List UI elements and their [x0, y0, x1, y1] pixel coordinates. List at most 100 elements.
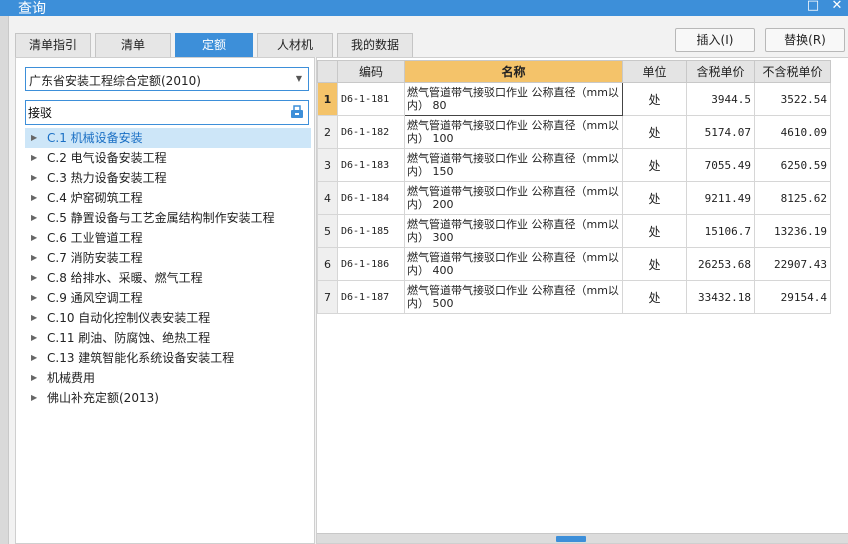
query-dialog: 清单指引 清单 定额 人材机 我的数据 插入(I) 替换(R) 广东省安装工程综…	[8, 16, 848, 544]
row-number: 4	[317, 181, 338, 215]
table-row[interactable]: 1 D6-1-181 燃气管道带气接驳口作业 公称直径（mm以内） 80 处 3…	[317, 82, 831, 116]
tab-labor-material-machine[interactable]: 人材机	[257, 33, 333, 57]
tree-node[interactable]: ▶ C.7 消防安装工程	[25, 248, 311, 268]
tree-node-label: 佛山补充定额(2013)	[47, 391, 159, 405]
expand-arrow-icon[interactable]: ▶	[31, 388, 37, 408]
header-notax-price[interactable]: 不含税单价	[754, 60, 831, 83]
row-number: 6	[317, 247, 338, 281]
chapter-tree: ▶ C.1 机械设备安装 ▶ C.2 电气设备安装工程 ▶ C.3 热力设备安装工程 …	[25, 128, 311, 408]
table-row[interactable]: 6 D6-1-186 燃气管道带气接驳口作业 公称直径（mm以内） 400 处 …	[317, 247, 831, 281]
splitter-grip-icon[interactable]	[556, 536, 586, 542]
tree-node-label: C.11 刷油、防腐蚀、绝热工程	[47, 331, 211, 345]
replace-button[interactable]: 替换(R)	[765, 28, 845, 52]
insert-button[interactable]: 插入(I)	[675, 28, 755, 52]
cell-notax-price: 6250.59	[754, 148, 831, 182]
expand-arrow-icon[interactable]: ▶	[31, 128, 37, 148]
expand-arrow-icon[interactable]: ▶	[31, 328, 37, 348]
expand-arrow-icon[interactable]: ▶	[31, 348, 37, 368]
tree-node[interactable]: ▶ 机械费用	[25, 368, 311, 388]
cell-unit: 处	[622, 148, 687, 182]
cell-tax-price: 7055.49	[686, 148, 755, 182]
search-icon[interactable]	[290, 105, 304, 119]
cell-unit: 处	[622, 115, 687, 149]
tree-node-label: C.6 工业管道工程	[47, 231, 143, 245]
tree-node[interactable]: ▶ C.10 自动化控制仪表安装工程	[25, 308, 311, 328]
row-number: 5	[317, 214, 338, 248]
table-row[interactable]: 3 D6-1-183 燃气管道带气接驳口作业 公称直径（mm以内） 150 处 …	[317, 148, 831, 182]
row-number: 2	[317, 115, 338, 149]
tree-node[interactable]: ▶ C.3 热力设备安装工程	[25, 168, 311, 188]
table-row[interactable]: 4 D6-1-184 燃气管道带气接驳口作业 公称直径（mm以内） 200 处 …	[317, 181, 831, 215]
tree-node[interactable]: ▶ C.9 通风空调工程	[25, 288, 311, 308]
expand-arrow-icon[interactable]: ▶	[31, 248, 37, 268]
chevron-down-icon: ▼	[295, 74, 302, 83]
expand-arrow-icon[interactable]: ▶	[31, 168, 37, 188]
cell-notax-price: 3522.54	[754, 82, 831, 116]
row-number: 1	[317, 82, 338, 116]
tree-node[interactable]: ▶ C.8 给排水、采暖、燃气工程	[25, 268, 311, 288]
tab-label: 我的数据	[350, 38, 399, 52]
tab-bill-guide[interactable]: 清单指引	[15, 33, 91, 57]
table-row[interactable]: 5 D6-1-185 燃气管道带气接驳口作业 公称直径（mm以内） 300 处 …	[317, 214, 831, 248]
tab-label: 人材机	[276, 38, 313, 52]
header-tax-price[interactable]: 含税单价	[686, 60, 755, 83]
cell-name: 燃气管道带气接驳口作业 公称直径（mm以内） 80	[404, 82, 623, 116]
cell-name: 燃气管道带气接驳口作业 公称直径（mm以内） 300	[404, 214, 623, 248]
tree-node-label: C.5 静置设备与工艺金属结构制作安装工程	[47, 211, 275, 225]
cell-notax-price: 4610.09	[754, 115, 831, 149]
tree-node-label: 机械费用	[47, 371, 96, 385]
cell-code: D6-1-184	[337, 181, 405, 215]
tree-node[interactable]: ▶ C.6 工业管道工程	[25, 228, 311, 248]
search-input[interactable]	[28, 103, 278, 122]
tree-node[interactable]: ▶ C.5 静置设备与工艺金属结构制作安装工程	[25, 208, 311, 228]
tab-label: 清单	[120, 38, 145, 52]
expand-arrow-icon[interactable]: ▶	[31, 148, 37, 168]
expand-arrow-icon[interactable]: ▶	[31, 308, 37, 328]
cell-tax-price: 15106.7	[686, 214, 755, 248]
cell-code: D6-1-181	[337, 82, 405, 116]
tree-node[interactable]: ▶ C.13 建筑智能化系统设备安装工程	[25, 348, 311, 368]
tree-node-label: C.10 自动化控制仪表安装工程	[47, 311, 211, 325]
cell-notax-price: 22907.43	[754, 247, 831, 281]
tab-bill[interactable]: 清单	[95, 33, 171, 57]
tab-my-data[interactable]: 我的数据	[337, 33, 413, 57]
header-code[interactable]: 编码	[337, 60, 405, 83]
cell-tax-price: 5174.07	[686, 115, 755, 149]
quota-library-panel: 广东省安装工程综合定额(2010) ▼ ▶ C.1 机械设备安装 ▶ C.2 电气设…	[15, 57, 315, 544]
cell-code: D6-1-183	[337, 148, 405, 182]
expand-arrow-icon[interactable]: ▶	[31, 368, 37, 388]
header-name[interactable]: 名称	[404, 60, 623, 83]
table-row[interactable]: 7 D6-1-187 燃气管道带气接驳口作业 公称直径（mm以内） 500 处 …	[317, 280, 831, 314]
cell-tax-price: 26253.68	[686, 247, 755, 281]
cell-notax-price: 13236.19	[754, 214, 831, 248]
tree-node[interactable]: ▶ C.4 炉窑砌筑工程	[25, 188, 311, 208]
cell-unit: 处	[622, 82, 687, 116]
expand-arrow-icon[interactable]: ▶	[31, 208, 37, 228]
cell-tax-price: 3944.5	[686, 82, 755, 116]
close-icon[interactable]: ✕	[830, 0, 844, 14]
expand-arrow-icon[interactable]: ▶	[31, 288, 37, 308]
row-number: 3	[317, 148, 338, 182]
tree-node-label: C.9 通风空调工程	[47, 291, 143, 305]
library-selected-value: 广东省安装工程综合定额(2010)	[29, 74, 201, 88]
tree-node[interactable]: ▶ C.1 机械设备安装	[25, 128, 311, 148]
tree-node[interactable]: ▶ 佛山补充定额(2013)	[25, 388, 311, 408]
tree-node[interactable]: ▶ C.2 电气设备安装工程	[25, 148, 311, 168]
expand-arrow-icon[interactable]: ▶	[31, 228, 37, 248]
table-row[interactable]: 2 D6-1-182 燃气管道带气接驳口作业 公称直径（mm以内） 100 处 …	[317, 115, 831, 149]
cell-unit: 处	[622, 280, 687, 314]
expand-arrow-icon[interactable]: ▶	[31, 268, 37, 288]
tree-node-label: C.2 电气设备安装工程	[47, 151, 167, 165]
header-unit[interactable]: 单位	[622, 60, 687, 83]
expand-arrow-icon[interactable]: ▶	[31, 188, 37, 208]
library-select[interactable]: 广东省安装工程综合定额(2010) ▼	[25, 67, 309, 91]
panel-splitter[interactable]	[317, 533, 848, 543]
cell-tax-price: 33432.18	[686, 280, 755, 314]
quota-results-panel: 编码 名称 单位 含税单价 不含税单价 1 D6-1-181 燃气管道带气接驳口…	[316, 57, 848, 544]
tree-node[interactable]: ▶ C.11 刷油、防腐蚀、绝热工程	[25, 328, 311, 348]
tab-quota[interactable]: 定额	[175, 33, 253, 57]
cell-name: 燃气管道带气接驳口作业 公称直径（mm以内） 200	[404, 181, 623, 215]
maximize-icon[interactable]: □	[806, 0, 820, 14]
title-bar: 查询 □ ✕	[0, 0, 848, 17]
cell-unit: 处	[622, 181, 687, 215]
